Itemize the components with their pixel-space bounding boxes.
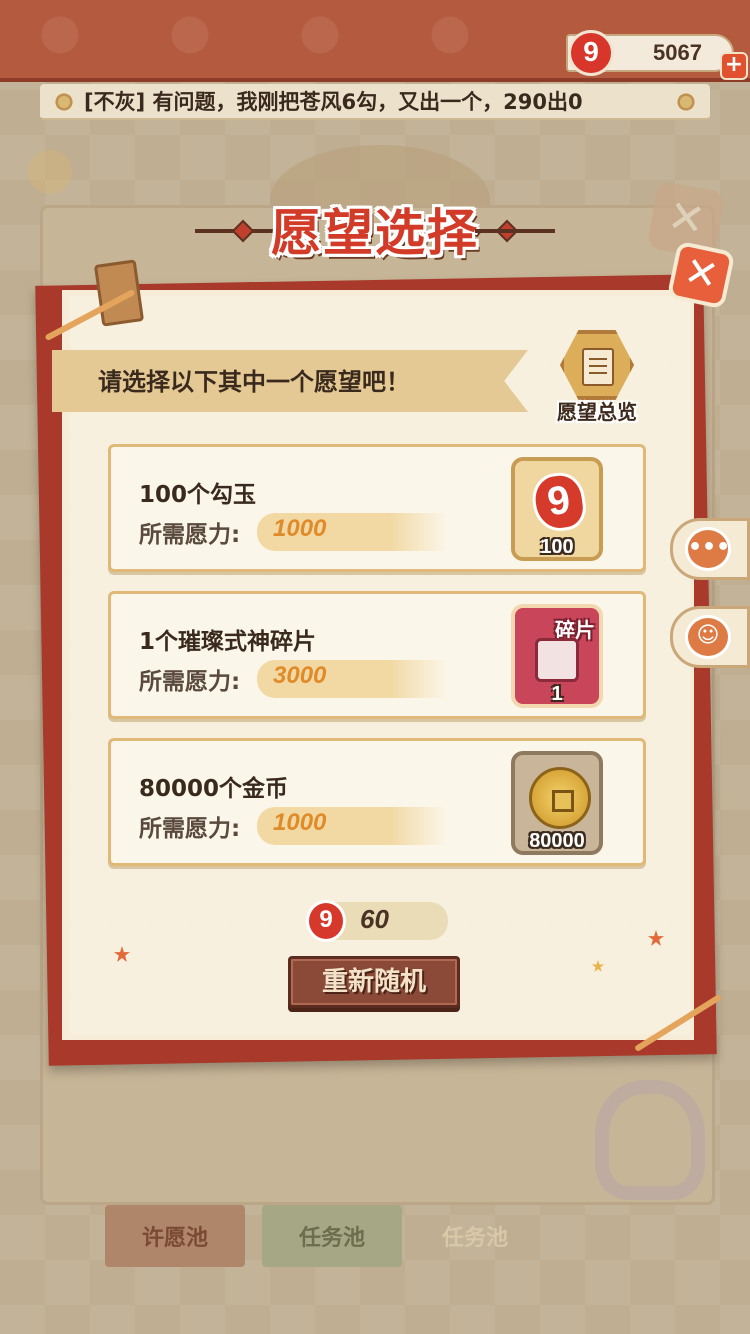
wish-cost-value: 1000 [273, 809, 327, 836]
close-button[interactable]: ✕ [666, 240, 736, 310]
coin-icon [529, 767, 591, 829]
gold-coin-icon: 80000 [511, 751, 603, 855]
flower-ornament-icon [28, 150, 72, 194]
reward-count: 100 [540, 536, 574, 558]
wish-overview-button[interactable]: 愿望总览 [548, 330, 646, 430]
magatama-icon: 9 [306, 900, 346, 942]
add-currency-button[interactable]: + [720, 52, 748, 80]
wish-name: 1个璀璨式神碎片 [139, 629, 317, 655]
wish-option-card[interactable]: 100个勾玉 所需愿力: 1000 9 100 [108, 444, 646, 572]
reward-count: 1 [551, 683, 563, 705]
magatama-icon: 9 [529, 469, 589, 535]
flower-icon [52, 90, 76, 114]
tab-wish-pool: 许愿池 [105, 1205, 245, 1267]
dialog-title-bar: 愿望选择 [195, 193, 555, 269]
background-tabs: 许愿池 任务池 任务池 [0, 1205, 750, 1285]
prompt-text: 请选择以下其中一个愿望吧！ [98, 368, 410, 396]
magatama-icon: 9 [568, 30, 614, 76]
chat-message: [不灰] 有问题，我刚把苍风6勾，又出一个，290出0 [84, 90, 583, 114]
chat-bubble-icon: ••• [685, 527, 731, 571]
reroll-button[interactable]: 重新随机 [288, 956, 460, 1008]
wish-cost-value: 1000 [273, 515, 327, 542]
tab-task-pool: 任务池 [262, 1205, 402, 1267]
knot-ornament-icon [595, 1080, 705, 1200]
wish-cost-value: 3000 [273, 662, 327, 689]
wish-cost-label: 所需愿力: [139, 816, 241, 842]
dialog-title: 愿望选择 [271, 203, 479, 262]
shikigami-shard-icon: 碎片 1 [511, 604, 603, 708]
magatama-reward-icon: 9 100 [511, 457, 603, 561]
diamond-ornament-icon [231, 219, 255, 243]
wooden-tag-icon [93, 259, 145, 327]
reroll-cost-value: 60 [360, 904, 389, 934]
wish-option-card[interactable]: 80000个金币 所需愿力: 1000 80000 [108, 738, 646, 866]
currency-value: 5067 [653, 40, 702, 65]
wish-option-card[interactable]: 1个璀璨式神碎片 所需愿力: 3000 碎片 1 [108, 591, 646, 719]
wish-cost-label: 所需愿力: [139, 522, 241, 548]
wish-name: 100个勾玉 [139, 482, 257, 508]
wish-cost-label: 所需愿力: [139, 669, 241, 695]
character-icon: ☺ [685, 615, 731, 659]
wish-name: 80000个金币 [139, 776, 289, 802]
tab-task-pool-faded: 任务池 [441, 1225, 508, 1250]
chat-banner[interactable]: [不灰] 有问题，我刚把苍风6勾，又出一个，290出0 [40, 84, 710, 120]
overview-label: 愿望总览 [557, 400, 637, 424]
shikigami-portrait-icon [535, 638, 579, 682]
chat-side-button[interactable]: ••• [670, 518, 750, 580]
document-icon [582, 348, 614, 386]
title-divider-right [475, 229, 555, 233]
reward-count: 80000 [529, 830, 585, 852]
flower-icon [674, 90, 698, 114]
character-side-button[interactable]: ☺ [670, 606, 750, 668]
